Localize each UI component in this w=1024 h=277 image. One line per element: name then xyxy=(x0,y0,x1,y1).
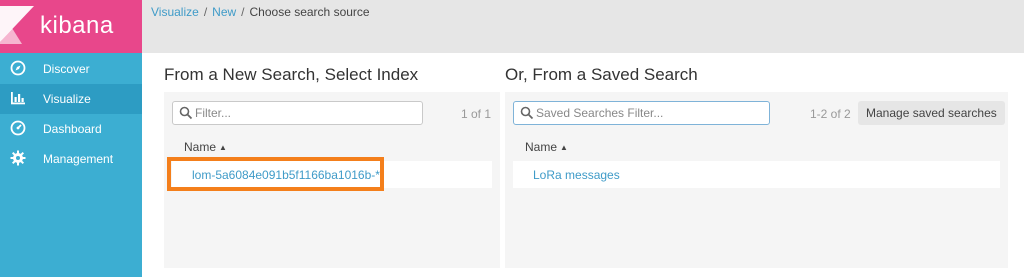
nav-item-management[interactable]: Management xyxy=(0,144,142,174)
nav-label: Discover xyxy=(43,62,90,76)
index-filter-box[interactable] xyxy=(172,101,423,125)
saved-search-row[interactable]: LoRa messages xyxy=(513,161,1000,188)
saved-search-filter-box[interactable] xyxy=(513,101,770,125)
nav-label: Visualize xyxy=(43,92,91,106)
column-label: Name xyxy=(184,140,217,154)
breadcrumb-new[interactable]: New xyxy=(212,5,236,19)
saved-search-filter-input[interactable] xyxy=(536,104,764,122)
breadcrumb-separator: / xyxy=(203,5,208,19)
nav-item-visualize[interactable]: Visualize xyxy=(0,84,142,114)
sidebar: kibana Discover Visualize Dashboard Mana… xyxy=(0,0,142,277)
breadcrumb-visualize[interactable]: Visualize xyxy=(151,5,199,19)
index-filter-input[interactable] xyxy=(195,104,415,122)
sort-asc-icon: ▲ xyxy=(560,143,568,152)
app-name: kibana xyxy=(40,12,114,39)
nav-item-dashboard[interactable]: Dashboard xyxy=(0,114,142,144)
manage-saved-searches-button[interactable]: Manage saved searches xyxy=(858,101,1005,125)
index-count: 1 of 1 xyxy=(460,107,491,121)
kibana-logo-icon xyxy=(0,6,34,44)
column-label: Name xyxy=(525,140,558,154)
breadcrumb: Visualize / New / Choose search source xyxy=(151,5,370,19)
breadcrumb-current: Choose search source xyxy=(249,5,370,19)
saved-search-link[interactable]: LoRa messages xyxy=(533,168,620,182)
annotation-highlight xyxy=(167,157,384,191)
nav-label: Management xyxy=(43,152,114,166)
sort-asc-icon: ▲ xyxy=(219,143,227,152)
name-column-header[interactable]: Name ▲ xyxy=(525,140,568,154)
compass-icon xyxy=(10,60,26,76)
saved-search-panel: 1-2 of 2 Manage saved searches Name▲ LoR… xyxy=(505,92,1008,268)
saved-search-count: 1-2 of 2 xyxy=(810,107,851,121)
search-icon xyxy=(520,106,534,120)
nav-label: Dashboard xyxy=(43,122,102,136)
saved-search-title: Or, From a Saved Search xyxy=(505,65,698,84)
nav-item-discover[interactable]: Discover xyxy=(0,54,142,84)
new-search-title: From a New Search, Select Index xyxy=(164,65,419,84)
name-column-header[interactable]: Name ▲ xyxy=(184,140,227,154)
gear-icon xyxy=(10,150,26,166)
top-bar: Visualize / New / Choose search source xyxy=(142,0,1024,53)
bar-chart-icon xyxy=(11,92,25,105)
search-icon xyxy=(179,106,193,120)
dashboard-icon xyxy=(10,120,26,136)
kibana-logo[interactable]: kibana xyxy=(0,0,142,53)
breadcrumb-separator: / xyxy=(241,5,245,19)
